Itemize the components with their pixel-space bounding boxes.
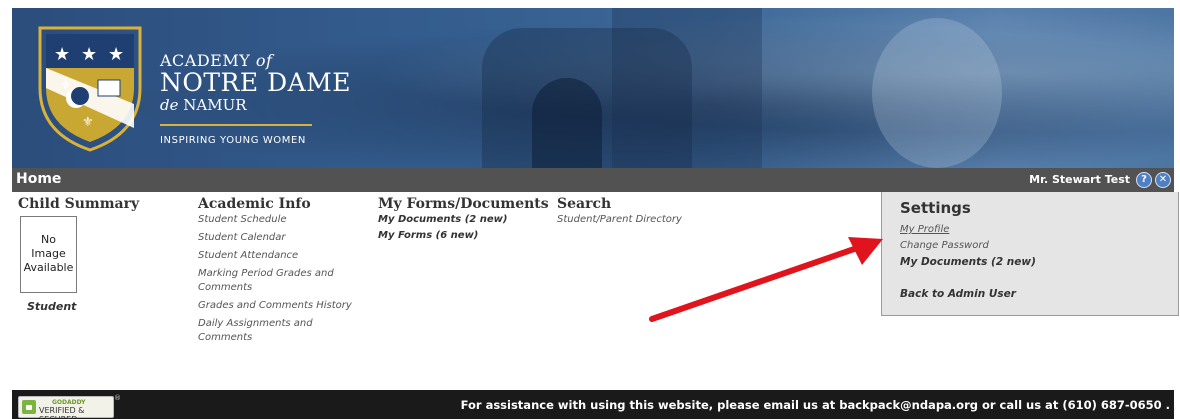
link-student-calendar[interactable]: Student Calendar bbox=[198, 231, 352, 245]
link-my-profile[interactable]: My Profile bbox=[900, 224, 949, 235]
child-summary-title: Child Summary bbox=[18, 196, 140, 212]
registered-mark-icon: ® bbox=[114, 394, 121, 402]
user-name[interactable]: Mr. Stewart Test bbox=[1029, 173, 1130, 186]
link-daily-assignments[interactable]: Daily Assignments and Comments bbox=[198, 317, 338, 345]
link-my-forms[interactable]: My Forms (6 new) bbox=[378, 229, 549, 243]
banner-photo-doorway bbox=[532, 78, 602, 168]
link-back-to-admin[interactable]: Back to Admin User bbox=[900, 288, 1016, 300]
academic-info-title: Academic Info bbox=[198, 196, 311, 212]
badge-text: VERIFIED & SECURED bbox=[39, 406, 85, 419]
link-marking-period-grades[interactable]: Marking Period Grades and Comments bbox=[198, 267, 348, 295]
svg-text:⚜: ⚜ bbox=[82, 115, 94, 130]
school-crest-logo: ★ ★ ★ ⚜ ⚜ bbox=[38, 26, 142, 152]
student-name-link[interactable]: Student bbox=[27, 300, 76, 313]
photo-placeholder-text: Available bbox=[23, 261, 74, 274]
forms-documents-title: My Forms/Documents bbox=[378, 196, 549, 212]
photo-placeholder-text: No bbox=[41, 233, 56, 246]
badge-brand: GODADDY bbox=[52, 399, 86, 406]
home-bar: Home Mr. Stewart Test ? ✕ bbox=[12, 168, 1174, 192]
school-name-line3: de NAMUR bbox=[160, 96, 247, 114]
student-photo-placeholder: No Image Available bbox=[20, 216, 77, 293]
search-section: Search Student/Parent Directory bbox=[557, 196, 682, 227]
link-settings-my-documents[interactable]: My Documents (2 new) bbox=[900, 256, 1036, 268]
svg-text:⚜: ⚜ bbox=[60, 79, 72, 94]
link-my-documents[interactable]: My Documents (2 new) bbox=[378, 213, 549, 227]
forms-documents-section: My Forms/Documents My Documents (2 new) … bbox=[378, 196, 549, 243]
svg-text:★: ★ bbox=[108, 44, 124, 65]
security-badge[interactable]: GODADDY VERIFIED & SECURED ® bbox=[18, 394, 121, 419]
academic-info-section: Academic Info Student Schedule Student C… bbox=[198, 196, 352, 345]
child-summary-section: Child Summary bbox=[18, 196, 139, 212]
photo-placeholder-text: Image bbox=[31, 247, 66, 260]
home-link[interactable]: Home bbox=[16, 171, 61, 187]
red-annotation-arrow bbox=[649, 237, 883, 322]
school-tagline: INSPIRING YOUNG WOMEN bbox=[160, 135, 307, 146]
banner-photo-tree bbox=[872, 18, 1002, 168]
lock-icon bbox=[22, 400, 36, 414]
link-student-schedule[interactable]: Student Schedule bbox=[198, 213, 352, 227]
footer-bar: GODADDY VERIFIED & SECURED ® For assista… bbox=[12, 390, 1174, 419]
link-grades-comments-history[interactable]: Grades and Comments History bbox=[198, 299, 352, 313]
link-student-attendance[interactable]: Student Attendance bbox=[198, 249, 352, 263]
svg-text:★: ★ bbox=[81, 44, 97, 65]
search-title: Search bbox=[557, 196, 612, 212]
settings-panel: Settings My Profile Change Password My D… bbox=[881, 192, 1179, 316]
help-icon[interactable]: ? bbox=[1136, 172, 1152, 188]
header-banner: ★ ★ ★ ⚜ ⚜ ACADEMY of NOTRE DAME de NAMUR… bbox=[12, 8, 1174, 168]
gold-divider bbox=[160, 124, 312, 126]
school-name: ACADEMY of NOTRE DAME de NAMUR INSPIRING… bbox=[160, 52, 351, 146]
svg-text:★: ★ bbox=[54, 44, 70, 65]
school-name-line2: NOTRE DAME bbox=[160, 68, 352, 97]
settings-title: Settings bbox=[900, 199, 971, 217]
close-icon[interactable]: ✕ bbox=[1155, 172, 1171, 188]
assistance-message: For assistance with using this website, … bbox=[460, 398, 1170, 412]
link-change-password[interactable]: Change Password bbox=[900, 240, 989, 251]
